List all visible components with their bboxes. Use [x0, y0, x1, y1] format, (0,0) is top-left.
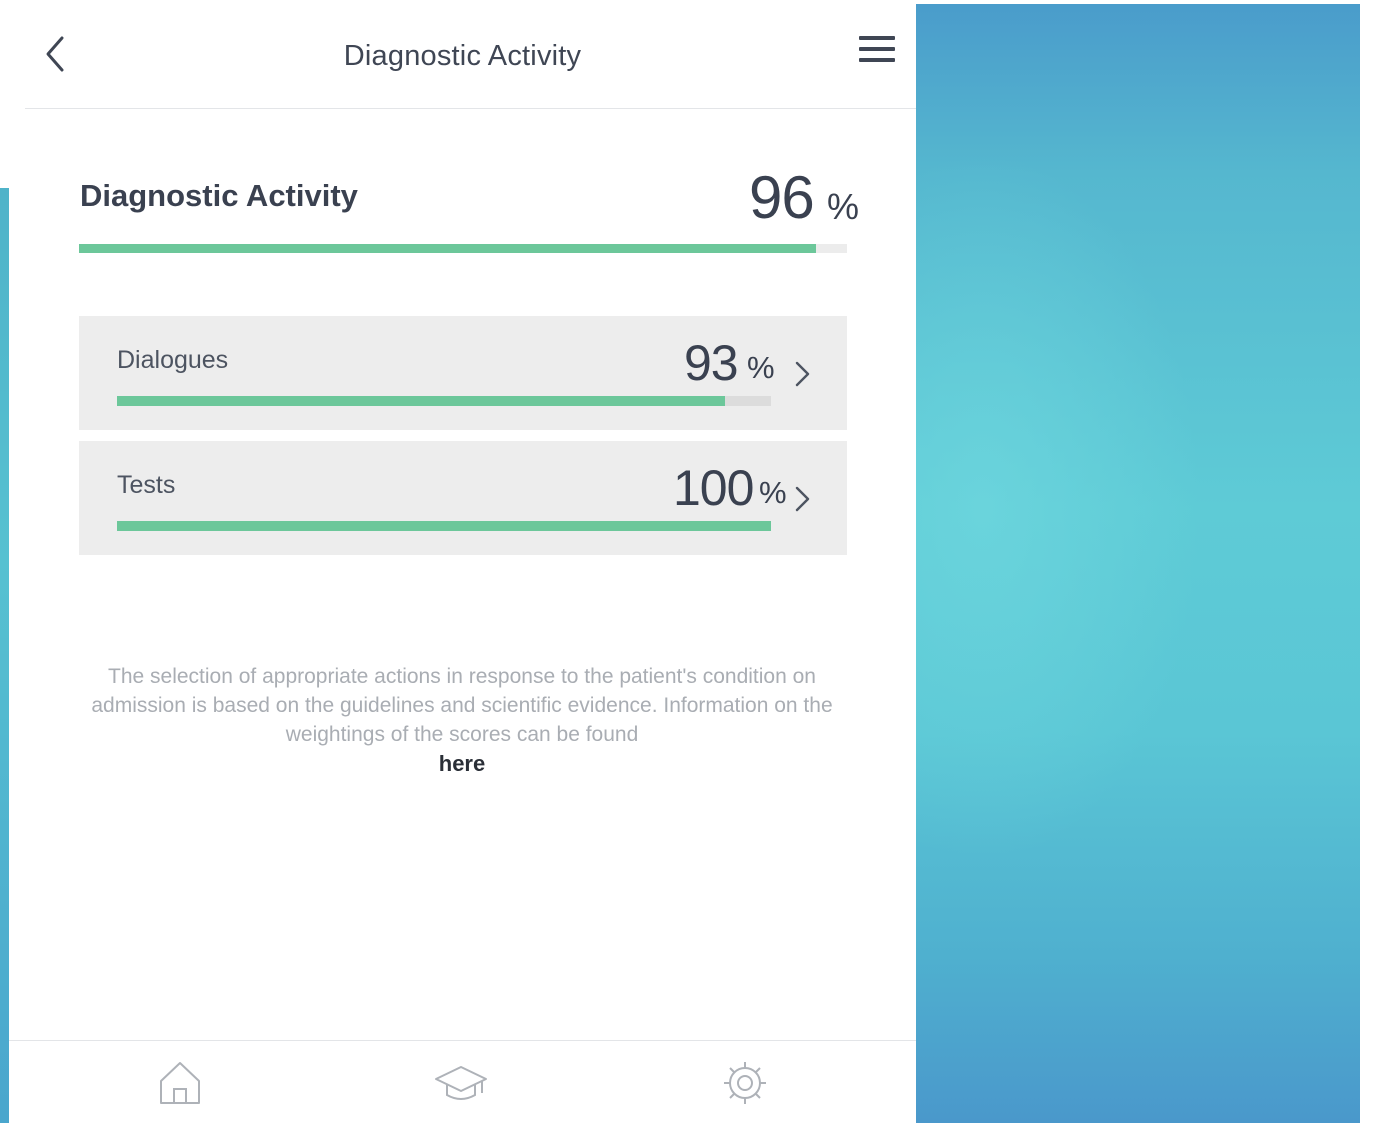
nav-home-button[interactable]: [152, 1055, 208, 1111]
summary-progress-fill: [79, 244, 817, 253]
dialogues-score-unit: %: [747, 350, 775, 385]
menu-button[interactable]: [855, 28, 899, 70]
page-title: Diagnostic Activity: [343, 40, 582, 72]
tests-progress-bar: [117, 521, 771, 531]
tests-score-unit: %: [759, 475, 787, 510]
nav-settings-button[interactable]: [717, 1055, 773, 1111]
right-background-panel: [916, 4, 1360, 1123]
here-link[interactable]: here: [89, 751, 835, 777]
home-icon: [160, 1062, 200, 1104]
chevron-right-icon: [795, 486, 810, 512]
tests-progress-fill: [117, 521, 771, 531]
dialogues-card[interactable]: Dialogues 93 %: [79, 316, 847, 430]
summary-score-unit: %: [827, 186, 860, 227]
summary-progress-bar: [79, 244, 847, 253]
gear-icon: [724, 1062, 766, 1104]
graduation-cap-icon: [435, 1066, 487, 1100]
tests-card[interactable]: Tests 100 %: [79, 441, 847, 555]
header-bar: Diagnostic Activity: [25, 0, 916, 109]
scoring-note: The selection of appropriate actions in …: [91, 665, 833, 746]
dialogues-label: Dialogues: [117, 346, 229, 374]
nav-learning-button[interactable]: [433, 1055, 489, 1111]
dialogues-score-value: 93: [684, 335, 739, 391]
summary-score-value: 96: [749, 164, 815, 231]
dialogues-progress-fill: [117, 396, 726, 406]
bottom-navigation: [9, 1040, 916, 1124]
tests-label: Tests: [117, 471, 176, 499]
chevron-right-icon: [795, 361, 810, 387]
summary-title: Diagnostic Activity: [80, 178, 358, 213]
tests-score-value: 100: [673, 460, 754, 516]
left-background-strip: [0, 188, 9, 1123]
dialogues-progress-bar: [117, 396, 771, 406]
hamburger-menu-icon: [859, 36, 895, 62]
app-panel: Diagnostic Activity Diagnostic Activity …: [9, 0, 916, 1124]
